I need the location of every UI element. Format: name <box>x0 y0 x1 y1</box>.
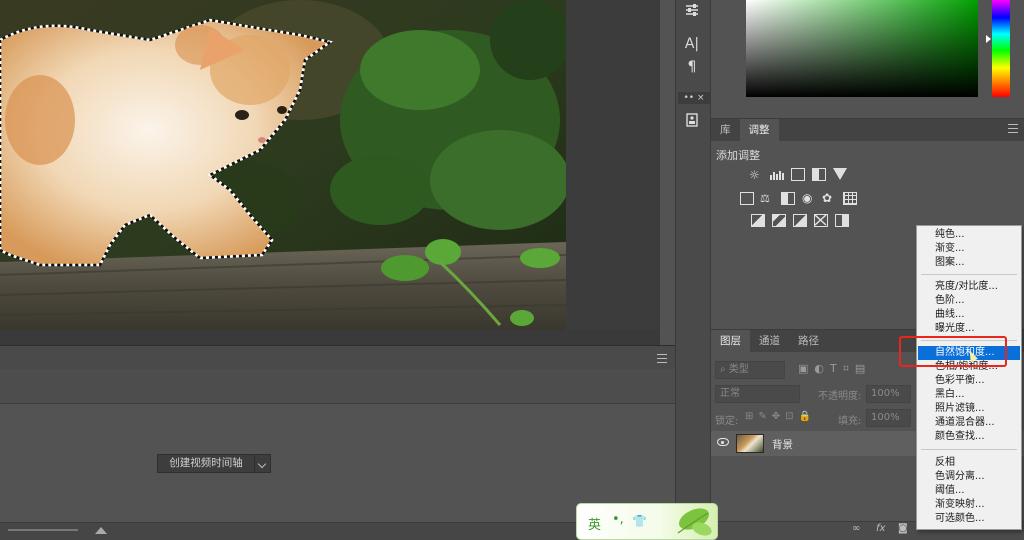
link-icon[interactable]: ∞ <box>852 523 860 534</box>
color-balance-icon[interactable]: ⚖ <box>760 192 776 205</box>
layer-thumbnail <box>736 434 764 453</box>
tab-layers[interactable]: 图层 <box>711 330 750 352</box>
timeline-menu-icon[interactable] <box>657 354 667 363</box>
kitten-image <box>0 0 566 330</box>
tab-channels[interactable]: 通道 <box>750 330 789 352</box>
posterize-icon[interactable] <box>772 214 786 227</box>
leaf-decoration-icon <box>677 508 712 536</box>
canvas-pasteboard <box>566 0 660 330</box>
zoom-mountain-icon[interactable] <box>95 527 107 534</box>
layer-kind-filter[interactable]: ⌕ 类型 <box>715 361 785 379</box>
lock-icons[interactable]: ⊞✎✥⊡🔒 <box>745 411 816 422</box>
menu-item-selective-color[interactable]: 可选颜色... <box>918 512 1020 526</box>
create-video-timeline-button[interactable]: 创建视频时间轴 <box>157 454 255 473</box>
hue-saturation-icon[interactable] <box>740 192 754 205</box>
menu-separator <box>921 274 1017 275</box>
exposure-icon[interactable] <box>812 168 826 181</box>
timeline-footer <box>0 522 675 540</box>
paragraph-icon[interactable]: ¶ <box>681 56 703 78</box>
fx-icon[interactable]: fx <box>876 523 885 534</box>
selective-color-icon[interactable] <box>835 214 849 227</box>
create-timeline-dropdown-icon[interactable] <box>255 454 271 473</box>
channel-mixer-icon[interactable]: ✿ <box>822 191 838 205</box>
menu-item-photo-filter[interactable]: 照片滤镜... <box>918 402 1020 416</box>
menu-item-gradient-map[interactable]: 渐变映射... <box>918 498 1020 512</box>
layer-name[interactable]: 背景 <box>772 437 793 452</box>
ime-mode-toggle[interactable]: 英 <box>588 514 601 533</box>
properties-icon[interactable] <box>681 112 703 134</box>
fill-label: 填充: <box>838 416 862 427</box>
document-canvas[interactable] <box>0 0 660 345</box>
menu-item-levels[interactable]: 色阶... <box>918 294 1020 308</box>
adjustments-menu-icon[interactable] <box>1008 124 1018 133</box>
collapse-icon[interactable]: •• × <box>678 92 710 104</box>
annotation-highlight-box <box>899 336 1007 367</box>
curves-icon[interactable] <box>791 168 805 181</box>
levels-icon[interactable] <box>770 169 786 181</box>
timeline-toolbar <box>0 369 675 404</box>
color-picker-field[interactable] <box>746 0 978 97</box>
black-white-icon[interactable] <box>781 192 795 205</box>
vibrance-icon[interactable] <box>833 168 847 180</box>
menu-item-exposure[interactable]: 曝光度... <box>918 322 1020 336</box>
gradient-map-icon[interactable] <box>814 214 828 227</box>
menu-item-invert[interactable]: 反相 <box>918 456 1020 470</box>
brightness-contrast-icon[interactable]: ☼ <box>749 168 765 182</box>
adjustment-layer-menu: 纯色... 渐变... 图案... 亮度/对比度... 色阶... 曲线... … <box>916 225 1022 530</box>
opacity-input[interactable]: 100% <box>866 385 911 403</box>
sliders-icon[interactable] <box>681 2 703 24</box>
mask-icon[interactable]: ◙ <box>898 523 908 534</box>
shirt-icon[interactable]: 👕 <box>632 514 647 528</box>
menu-item-curves[interactable]: 曲线... <box>918 308 1020 322</box>
tab-paths[interactable]: 路径 <box>789 330 828 352</box>
menu-item-brightness-contrast[interactable]: 亮度/对比度... <box>918 280 1020 294</box>
tab-library[interactable]: 库 <box>711 119 740 141</box>
timeline-panel-header <box>0 345 675 369</box>
menu-item-gradient[interactable]: 渐变... <box>918 242 1020 256</box>
menu-item-channel-mixer[interactable]: 通道混合器... <box>918 416 1020 430</box>
opacity-label: 不透明度: <box>818 391 862 402</box>
zoom-slider[interactable] <box>8 529 78 531</box>
blend-mode-select[interactable]: 正常 <box>715 385 800 403</box>
character-icon[interactable]: A| <box>681 33 703 55</box>
tab-adjustments[interactable]: 调整 <box>739 119 779 141</box>
menu-item-posterize[interactable]: 色调分离... <box>918 470 1020 484</box>
timeline-body <box>0 404 675 522</box>
ime-punctuation-toggle[interactable]: •, <box>612 512 624 527</box>
threshold-icon[interactable] <box>793 214 807 227</box>
hue-marker-icon[interactable] <box>986 35 991 43</box>
menu-item-pattern[interactable]: 图案... <box>918 256 1020 270</box>
menu-separator <box>921 449 1017 450</box>
menu-item-color-balance[interactable]: 色彩平衡... <box>918 374 1020 388</box>
kitten-photo[interactable] <box>0 0 566 330</box>
search-icon: ⌕ <box>720 364 729 375</box>
hue-slider[interactable] <box>992 0 1010 97</box>
panel-icon-strip <box>675 0 711 540</box>
menu-item-black-white[interactable]: 黑白... <box>918 388 1020 402</box>
visibility-eye-icon[interactable] <box>717 438 729 446</box>
fill-input[interactable]: 100% <box>866 409 911 427</box>
adjustments-tab-bar: 库调整 <box>711 119 1024 141</box>
photo-filter-icon[interactable]: ◉ <box>802 192 818 205</box>
menu-item-color-lookup[interactable]: 颜色查找... <box>918 430 1020 444</box>
kind-filter-label: 类型 <box>728 364 749 375</box>
color-lookup-icon[interactable] <box>843 192 857 205</box>
menu-item-threshold[interactable]: 阈值... <box>918 484 1020 498</box>
layer-filter-icons[interactable]: ▣◐T⌗▤ <box>798 362 871 376</box>
menu-item-solid-color[interactable]: 纯色... <box>918 228 1020 242</box>
invert-icon[interactable] <box>751 214 765 227</box>
lock-label: 锁定: <box>715 416 739 427</box>
add-adjustment-title: 添加调整 <box>716 149 760 162</box>
